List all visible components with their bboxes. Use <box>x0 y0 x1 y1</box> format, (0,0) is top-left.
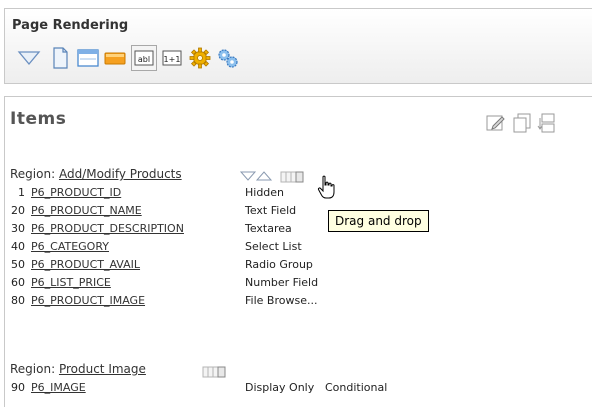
region-prefix: Region: <box>10 362 56 376</box>
hand-cursor-icon <box>317 175 337 201</box>
reorder-icon[interactable] <box>537 112 559 138</box>
item-type: Select List <box>245 240 302 253</box>
item-type: Textarea <box>245 222 292 235</box>
item-type: Radio Group <box>245 258 313 271</box>
item-link[interactable]: P6_PRODUCT_IMAGE <box>31 294 145 307</box>
computation-icon[interactable]: 1+1 <box>159 45 185 71</box>
item-link[interactable]: P6_LIST_PRICE <box>31 276 111 289</box>
item-sequence: 90 <box>11 381 25 394</box>
move-down-icon[interactable] <box>239 167 257 186</box>
item-sequence: 30 <box>11 222 25 235</box>
page-rendering-panel: Page Rendering abl 1+1 <box>4 8 592 84</box>
item-sequence: 50 <box>11 258 25 271</box>
text-item-icon[interactable]: abl <box>131 45 157 71</box>
item-sequence: 40 <box>11 240 25 253</box>
region-link-product-image[interactable]: Product Image <box>59 362 146 376</box>
item-condition: Conditional <box>325 381 388 394</box>
branch-gears-icon[interactable] <box>215 45 241 71</box>
drag-handle-icon[interactable] <box>280 168 304 187</box>
item-type: Number Field <box>245 276 319 289</box>
item-link[interactable]: P6_IMAGE <box>31 381 86 394</box>
collapse-triangle-icon[interactable] <box>16 45 42 71</box>
item-sequence: 20 <box>11 204 25 217</box>
region-link-add-modify-products[interactable]: Add/Modify Products <box>59 167 182 181</box>
item-type: Hidden <box>245 186 285 199</box>
copy-icon[interactable] <box>511 112 533 138</box>
move-up-icon[interactable] <box>255 167 273 186</box>
item-link[interactable]: P6_PRODUCT_DESCRIPTION <box>31 222 184 235</box>
item-link[interactable]: P6_PRODUCT_AVAIL <box>31 258 140 271</box>
region-header-add-modify-products: Region: Add/Modify Products <box>10 167 182 181</box>
item-type: Text Field <box>245 204 297 217</box>
item-sequence: 60 <box>11 276 25 289</box>
region-header-product-image: Region: Product Image <box>10 362 146 376</box>
edit-all-icon[interactable] <box>485 112 507 138</box>
button-icon[interactable] <box>102 45 128 71</box>
item-type: Display Only <box>245 381 315 394</box>
process-gear-icon[interactable] <box>187 45 213 71</box>
items-title: Items <box>10 109 67 129</box>
item-link[interactable]: P6_CATEGORY <box>31 240 109 253</box>
item-type: File Browse... <box>245 294 318 307</box>
svg-text:1+1: 1+1 <box>164 55 181 64</box>
item-link[interactable]: P6_PRODUCT_ID <box>31 186 121 199</box>
item-sequence: 1 <box>18 186 25 199</box>
item-sequence: 80 <box>11 294 25 307</box>
items-panel: Items Region: Add/Modify Products 1 P6_P… <box>4 96 592 407</box>
region-icon[interactable] <box>75 45 101 71</box>
drag-handle-icon[interactable] <box>202 363 226 382</box>
region-prefix: Region: <box>10 167 56 181</box>
drag-drop-tooltip: Drag and drop <box>328 210 429 232</box>
page-icon[interactable] <box>47 45 73 71</box>
page-rendering-title: Page Rendering <box>12 18 129 33</box>
svg-text:abl: abl <box>138 55 150 64</box>
items-tools <box>485 112 592 134</box>
item-link[interactable]: P6_PRODUCT_NAME <box>31 204 142 217</box>
